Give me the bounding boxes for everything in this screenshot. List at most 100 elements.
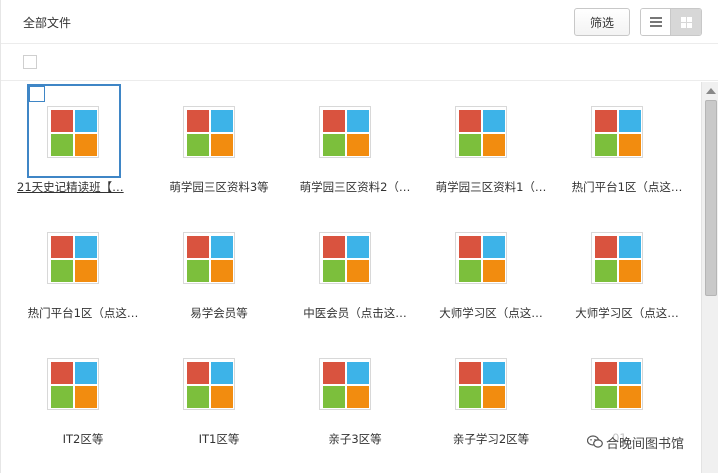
scrollbar-thumb[interactable] [705, 100, 717, 296]
file-manager-window: 全部文件 筛选 21天史记精读班【… 萌学园三区资料3等 萌学园三区资料2（… … [0, 0, 718, 473]
folder-icon-tile-orange [75, 386, 97, 408]
list-view-button[interactable] [641, 9, 672, 35]
list-view-icon [649, 17, 662, 27]
folder-icon-tile-orange [619, 386, 641, 408]
folder-icon-tile-red [51, 110, 73, 132]
folder-icon-tile-green [595, 260, 617, 282]
folder-icon-tile-red [51, 362, 73, 384]
page-title: 全部文件 [23, 16, 72, 30]
folder-icon [319, 232, 371, 284]
folder-item[interactable]: 热门平台1区（点这… [571, 82, 682, 202]
folder-label[interactable]: 大师学习区（点这… [429, 305, 553, 321]
folder-item[interactable]: 亲子学习2区等 [435, 334, 545, 454]
folder-icon-tile-red [595, 362, 617, 384]
folder-icon [47, 358, 99, 410]
folder-icon [47, 106, 99, 158]
folder-icon-tile-red [187, 110, 209, 132]
folder-icon-tile-red [459, 362, 481, 384]
folder-label[interactable]: 亲子学习2区等 [429, 431, 553, 447]
folder-item[interactable]: 热门平台1区（点这… [27, 208, 138, 328]
folder-label[interactable]: 大师学习区（点这… [565, 305, 689, 321]
folder-label[interactable]: 热门平台1区（点这… [565, 179, 689, 195]
folder-item[interactable]: 萌学园三区资料2（… [299, 82, 410, 202]
folder-icon-tile-red [323, 110, 345, 132]
folder-icon-tile-red [187, 236, 209, 258]
folder-item[interactable]: IT2区等 [27, 334, 137, 454]
folder-icon-tile-orange [347, 134, 369, 156]
folder-icon [47, 232, 99, 284]
item-checkbox[interactable] [29, 86, 45, 102]
folder-item[interactable]: 中医会员（点击这… [299, 208, 409, 328]
folder-icon-tile-red [323, 362, 345, 384]
folder-label[interactable]: 萌学园三区资料2（… [293, 179, 417, 195]
folder-icon-tile-orange [75, 134, 97, 156]
folder-icon-tile-green [51, 260, 73, 282]
folder-icon-tile-orange [211, 134, 233, 156]
folder-label[interactable]: 21天史记精读班【… [17, 179, 141, 195]
vertical-scrollbar[interactable] [701, 82, 718, 473]
folder-item[interactable]: 大师学习区（点这… [435, 208, 545, 328]
folder-icon-tile-blue [347, 236, 369, 258]
folder-icon-tile-green [323, 260, 345, 282]
folder-icon-tile-green [459, 260, 481, 282]
view-toggle [640, 8, 702, 36]
folder-icon-tile-blue [483, 362, 505, 384]
folder-icon-tile-blue [619, 110, 641, 132]
folder-icon-tile-red [459, 110, 481, 132]
folder-icon [455, 358, 507, 410]
wechat-icon [587, 435, 603, 448]
folder-icon-tile-green [459, 386, 481, 408]
folder-item[interactable]: IT1区等 [163, 334, 273, 454]
folder-icon-tile-green [595, 134, 617, 156]
folder-icon-tile-orange [347, 386, 369, 408]
folder-label[interactable]: 萌学园三区资料1（… [429, 179, 553, 195]
folder-item[interactable]: 萌学园三区资料1（… [435, 82, 546, 202]
folder-label[interactable]: 中医会员（点击这… [293, 305, 417, 321]
folder-icon-tile-red [595, 236, 617, 258]
folder-icon [591, 232, 643, 284]
folder-item[interactable]: 亲子3区等 [299, 334, 409, 454]
toolbar: 全部文件 筛选 [1, 0, 718, 44]
folder-item[interactable]: 大师学习区（点这… [571, 208, 681, 328]
folder-icon [183, 358, 235, 410]
folder-icon [591, 106, 643, 158]
grid-view-icon [680, 16, 692, 28]
folder-label[interactable]: 亲子3区等 [293, 431, 417, 447]
scroll-up-arrow-icon[interactable] [706, 88, 716, 94]
folder-label[interactable]: 热门平台1区（点这… [21, 305, 145, 321]
folder-icon [183, 106, 235, 158]
folder-icon-tile-green [187, 134, 209, 156]
folder-icon-tile-green [595, 386, 617, 408]
folder-icon-tile-blue [211, 236, 233, 258]
folder-icon [455, 106, 507, 158]
folder-label[interactable]: 易学会员等 [157, 305, 281, 321]
folder-icon [183, 232, 235, 284]
folder-label[interactable]: IT1区等 [157, 431, 281, 447]
watermark: 合晚间图书馆 [587, 432, 685, 452]
folder-icon-tile-green [51, 386, 73, 408]
folder-item[interactable]: 21天史记精读班【… [17, 82, 137, 202]
select-all-checkbox[interactable] [23, 55, 37, 69]
folder-icon-tile-green [51, 134, 73, 156]
grid-view-button[interactable] [671, 9, 701, 35]
folder-label[interactable]: IT2区等 [21, 431, 145, 447]
folder-icon-tile-orange [483, 260, 505, 282]
folder-item[interactable]: 易学会员等 [163, 208, 273, 328]
folder-icon-tile-blue [483, 110, 505, 132]
folder-icon-tile-red [187, 362, 209, 384]
folder-icon-tile-blue [619, 236, 641, 258]
folder-icon [455, 232, 507, 284]
folder-icon-tile-orange [211, 386, 233, 408]
folder-icon-tile-red [51, 236, 73, 258]
folder-icon-tile-orange [483, 386, 505, 408]
folder-icon-tile-green [187, 386, 209, 408]
folder-icon-tile-orange [619, 260, 641, 282]
folder-icon-tile-blue [483, 236, 505, 258]
folder-icon-tile-green [187, 260, 209, 282]
folder-icon-tile-blue [75, 110, 97, 132]
folder-item[interactable]: 萌学园三区资料3等 [163, 82, 273, 202]
filter-button[interactable]: 筛选 [574, 8, 630, 36]
folder-icon-tile-blue [347, 362, 369, 384]
folder-icon-tile-blue [211, 110, 233, 132]
folder-label[interactable]: 萌学园三区资料3等 [157, 179, 281, 195]
